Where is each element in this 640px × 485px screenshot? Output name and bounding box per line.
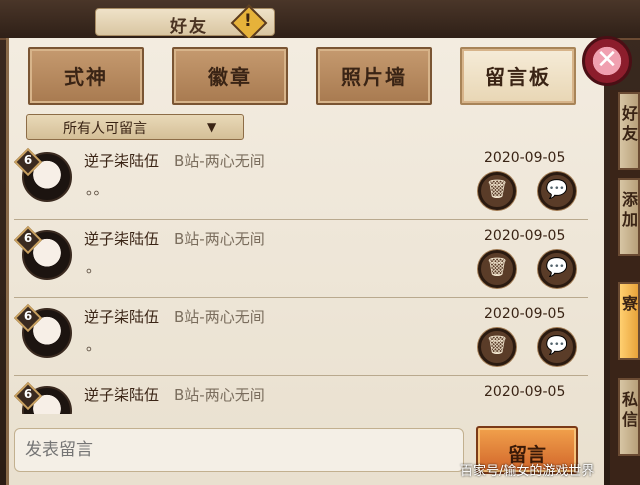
delete-button[interactable]: 🗑 [478,172,516,210]
tab-photo-wall[interactable]: 照片墙 [316,47,432,105]
message-text: 。。 [86,180,109,198]
level-number: 6 [23,231,33,245]
side-tab-guild[interactable]: 寮 [618,282,640,360]
tab-label: 徽章 [208,65,252,89]
watermark: 百家号/输女的游戏世界 [460,464,595,479]
chevron-down-icon: ▼ [207,120,217,134]
side-tab-friends[interactable]: 好友 [618,92,640,170]
level-number: 6 [23,153,33,167]
sender-server: B站-两心无间 [174,308,265,326]
message-date: 2020-09-05 [484,306,566,322]
list-item: 6 逆子柒陆伍 B站-两心无间 2020-09-05 [14,376,588,414]
list-item: 6 逆子柒陆伍 B站-两心无间 2020-09-05 。。 🗑 💬 [14,142,588,220]
message-input[interactable] [14,428,464,472]
level-number: 6 [23,387,33,401]
delete-button[interactable]: 🗑 [478,328,516,366]
message-text: 。 [86,336,102,354]
close-button[interactable]: ✕ [582,36,632,86]
side-tab-label: 私信 [622,390,639,429]
side-tab-add[interactable]: 添加 [618,178,640,256]
chat-bubble-icon: 💬 [545,335,569,356]
reply-button[interactable]: 💬 [538,328,576,366]
side-tab-label: 添加 [622,190,639,229]
tab-badges[interactable]: 徽章 [172,47,288,105]
message-text: 。 [86,258,102,276]
side-tab-label: 寮 [622,294,639,313]
trash-icon: 🗑 [485,335,509,356]
side-tab-label: 好友 [622,104,639,143]
tab-shikigami[interactable]: 式神 [28,47,144,105]
message-date: 2020-09-05 [484,228,566,244]
close-icon: ✕ [596,45,618,75]
list-item: 6 逆子柒陆伍 B站-两心无间 2020-09-05 。 🗑 💬 [14,220,588,298]
sender-name[interactable]: 逆子柒陆伍 [84,228,159,249]
page-title: 好友 [170,17,208,37]
message-permission-dropdown[interactable]: 所有人可留言 ▼ [26,114,244,140]
message-date: 2020-09-05 [484,384,566,400]
sender-server: B站-两心无间 [174,386,265,404]
sender-name[interactable]: 逆子柒陆伍 [84,384,159,405]
delete-button[interactable]: 🗑 [478,250,516,288]
tab-message-board[interactable]: 留言板 [460,47,576,105]
chat-bubble-icon: 💬 [545,179,569,200]
tab-label: 式神 [64,65,108,89]
side-tab-private[interactable]: 私信 [618,378,640,456]
message-date: 2020-09-05 [484,150,566,166]
chat-bubble-icon: 💬 [545,257,569,278]
exclamation-glyph: ! [244,11,252,31]
trash-icon: 🗑 [485,179,509,200]
sender-name[interactable]: 逆子柒陆伍 [84,306,159,327]
sender-server: B站-两心无间 [174,152,265,170]
reply-button[interactable]: 💬 [538,172,576,210]
trash-icon: 🗑 [485,257,509,278]
sender-server: B站-两心无间 [174,230,265,248]
tab-label: 照片墙 [341,65,407,89]
reply-button[interactable]: 💬 [538,250,576,288]
level-number: 6 [23,309,33,323]
tab-label: 留言板 [485,65,551,89]
dropdown-label: 所有人可留言 [63,121,147,137]
list-item: 6 逆子柒陆伍 B站-两心无间 2020-09-05 。 🗑 💬 [14,298,588,376]
sender-name[interactable]: 逆子柒陆伍 [84,150,159,171]
message-list[interactable]: 6 逆子柒陆伍 B站-两心无间 2020-09-05 。。 🗑 💬 6 逆子柒陆… [14,142,588,414]
